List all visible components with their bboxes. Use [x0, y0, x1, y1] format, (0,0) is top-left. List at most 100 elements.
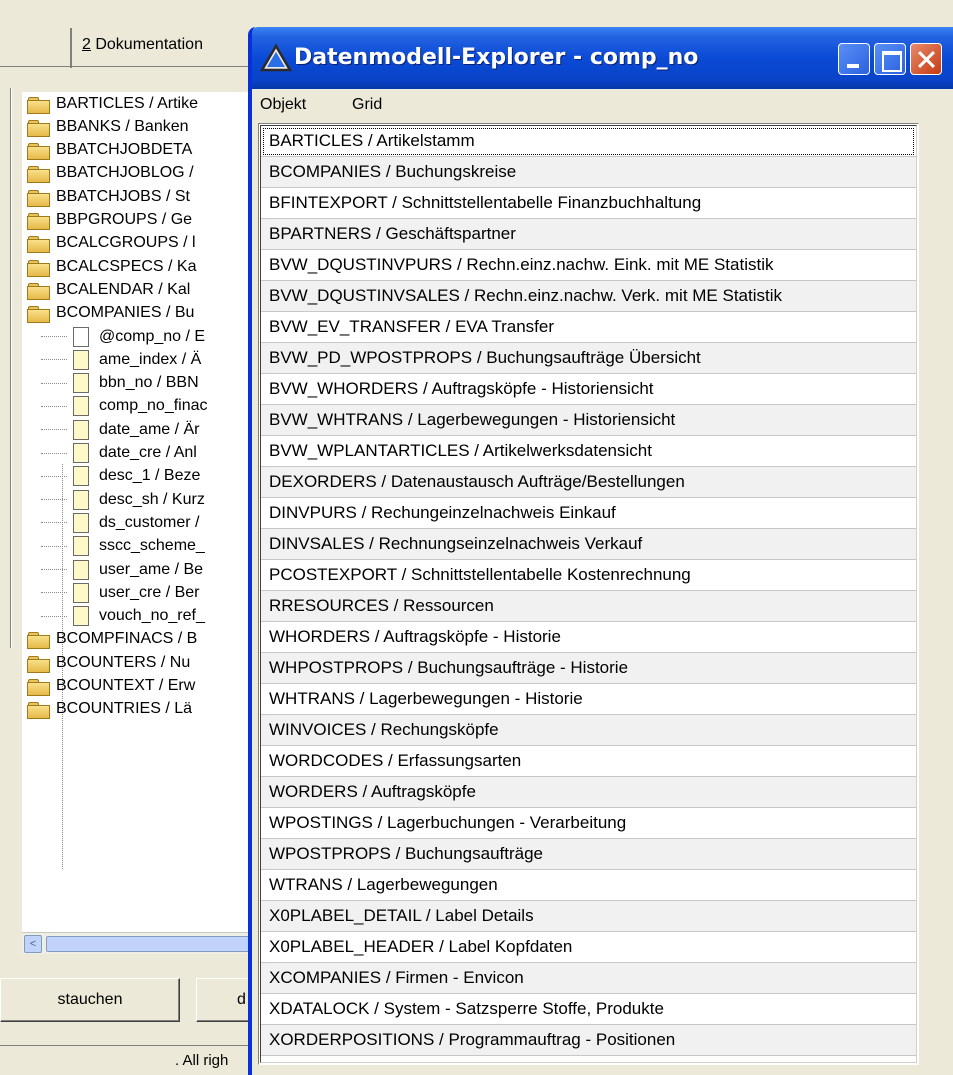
field-icon: [73, 443, 89, 463]
tree-field-item[interactable]: sscc_scheme_: [41, 535, 205, 558]
scrollbar-thumb[interactable]: [46, 936, 252, 952]
table-row[interactable]: WORDERS / Auftragsköpfe: [261, 777, 916, 808]
table-row[interactable]: DINVSALES / Rechnungseinzelnachweis Verk…: [261, 529, 916, 560]
tree-item-label: user_ame / Be: [99, 560, 204, 578]
table-row[interactable]: XCOMPANIES / Firmen - Envicon: [261, 963, 916, 994]
table-row[interactable]: DEXORDERS / Datenaustausch Aufträge/Best…: [261, 467, 916, 498]
tree-item-label: @comp_no / E: [99, 327, 206, 345]
tree-field-item[interactable]: desc_sh / Kurz: [41, 488, 205, 511]
menu-objekt[interactable]: Objekt: [260, 96, 306, 114]
table-row[interactable]: BVW_WHORDERS / Auftragsköpfe - Historien…: [261, 374, 916, 405]
tree-item-label: BBATCHJOBS / St: [56, 187, 190, 205]
tree-connector: [41, 382, 67, 384]
table-row[interactable]: BVW_DQUSTINVPURS / Rechn.einz.nachw. Ein…: [261, 250, 916, 281]
table-row[interactable]: BVW_DQUSTINVSALES / Rechn.einz.nachw. Ve…: [261, 281, 916, 312]
tree-field-item[interactable]: comp_no_finac: [41, 395, 208, 418]
table-list-grid[interactable]: BARTICLES / Artikelstamm BCOMPANIES / Buc…: [260, 125, 917, 1063]
table-row[interactable]: WHPOSTPROPS / Buchungsaufträge - Histori…: [261, 653, 916, 684]
tree-connector: [41, 359, 67, 361]
tree-item-label: BARTICLES / Artike: [56, 94, 198, 112]
minimize-icon[interactable]: [838, 43, 870, 75]
tree-field-item[interactable]: user_ame / Be: [41, 558, 203, 581]
tree-field-item[interactable]: desc_1 / Beze: [41, 465, 200, 488]
tree-field-item[interactable]: ds_customer /: [41, 511, 199, 534]
maximize-icon[interactable]: [874, 43, 906, 75]
tree-field-item[interactable]: date_cre / Anl: [41, 442, 197, 465]
tree-item-label: user_cre / Ber: [99, 583, 200, 601]
table-row[interactable]: BCOMPANIES / Buchungskreise: [261, 157, 916, 188]
folder-icon: [26, 95, 50, 114]
scroll-left-arrow-icon[interactable]: <: [24, 935, 42, 953]
collapse-button[interactable]: stauchen: [0, 978, 180, 1022]
tree-folder-item[interactable]: BCOMPFINACS / B: [26, 628, 197, 651]
table-row[interactable]: BVW_WHTRANS / Lagerbewegungen - Historie…: [261, 405, 916, 436]
tree-connector: [41, 592, 67, 594]
table-row[interactable]: WPOSTINGS / Lagerbuchungen - Verarbeitun…: [261, 808, 916, 839]
field-icon: [73, 373, 89, 394]
table-row[interactable]: DINVPURS / Rechungeinzelnachweis Einkauf: [261, 498, 916, 529]
table-tree-view[interactable]: BARTICLES / Artike BBANKS / Banken BBATCHJ…: [22, 92, 252, 932]
table-row[interactable]: RRESOURCES / Ressourcen: [261, 591, 916, 622]
tree-folder-item[interactable]: BCOUNTERS / Nu: [26, 651, 190, 674]
table-row[interactable]: WHTRANS / Lagerbewegungen - Historie: [261, 684, 916, 715]
tree-field-item[interactable]: date_ame / Är: [41, 418, 200, 441]
table-row[interactable]: X0PLABEL_HEADER / Label Kopfdaten: [261, 932, 916, 963]
tree-folder-item[interactable]: BCALENDAR / Kal: [26, 278, 190, 301]
tree-folder-item[interactable]: BCOUNTEXT / Erw: [26, 675, 195, 698]
tree-field-item[interactable]: vouch_no_ref_: [41, 605, 205, 628]
tree-item-label: ds_customer /: [99, 513, 200, 531]
tree-connector: [41, 545, 67, 547]
tree-folder-item[interactable]: BBPGROUPS / Ge: [26, 209, 192, 232]
field-icon: [73, 582, 89, 603]
tree-item-label: vouch_no_ref_: [99, 607, 205, 625]
table-row[interactable]: PCOSTEXPORT / Schnittstellentabelle Kost…: [261, 560, 916, 591]
table-row[interactable]: WINVOICES / Rechungsköpfe: [261, 715, 916, 746]
table-list-frame: BARTICLES / Artikelstamm BCOMPANIES / Buc…: [258, 123, 919, 1065]
field-icon: [73, 349, 89, 370]
tree-item-label: sscc_scheme_: [99, 537, 205, 555]
tree-folder-item[interactable]: BCALCGROUPS / l: [26, 232, 196, 255]
tab-divider: [0, 66, 250, 67]
table-row[interactable]: XORDERPOSITIONS / Programmauftrag - Posi…: [261, 1025, 916, 1056]
table-row[interactable]: BVW_PD_WPOSTPROPS / Buchungsaufträge Übe…: [261, 343, 916, 374]
table-row[interactable]: WORDCODES / Erfassungsarten: [261, 746, 916, 777]
menu-grid[interactable]: Grid: [352, 96, 382, 114]
table-row[interactable]: BFINTEXPORT / Schnittstellentabelle Fina…: [261, 188, 916, 219]
folder-icon: [26, 654, 50, 673]
table-row[interactable]: XDATALOCK / System - Satzsperre Stoffe, …: [261, 994, 916, 1025]
tree-item-label: BCALCGROUPS / l: [56, 234, 196, 252]
table-row[interactable]: WPOSTPROPS / Buchungsaufträge: [261, 839, 916, 870]
field-icon: [73, 512, 89, 533]
tree-field-item[interactable]: bbn_no / BBN: [41, 372, 199, 395]
tab-dokumentation[interactable]: 2 Dokumentation: [70, 28, 250, 68]
tree-horizontal-scrollbar[interactable]: <: [22, 932, 252, 954]
tree-field-item[interactable]: user_cre / Ber: [41, 581, 199, 604]
tree-folder-item[interactable]: BBANKS / Banken: [26, 115, 189, 138]
tree-field-item[interactable]: @comp_no / E: [41, 325, 205, 348]
folder-icon: [26, 258, 50, 277]
tree-item-label: desc_sh / Kurz: [99, 490, 205, 508]
tree-folder-item[interactable]: BCALCSPECS / Ka: [26, 255, 197, 278]
table-row[interactable]: WTRANS / Lagerbewegungen: [261, 870, 916, 901]
tree-item-label: desc_1 / Beze: [99, 467, 201, 485]
tree-folder-item[interactable]: BCOMPANIES / Bu: [26, 302, 194, 325]
tree-folder-item[interactable]: BBATCHJOBDETA: [26, 139, 192, 162]
tree-folder-item[interactable]: BBATCHJOBLOG /: [26, 162, 194, 185]
table-row[interactable]: BARTICLES / Artikelstamm: [261, 126, 916, 157]
tree-folder-item[interactable]: BARTICLES / Artike: [26, 92, 198, 115]
title-bar[interactable]: Datenmodell-Explorer - comp_no: [252, 27, 953, 89]
table-row[interactable]: BVW_EV_TRANSFER / EVA Transfer: [261, 312, 916, 343]
table-row[interactable]: BVW_WPLANTARTICLES / Artikelwerksdatensi…: [261, 436, 916, 467]
tree-folder-item[interactable]: BBATCHJOBS / St: [26, 185, 190, 208]
close-icon[interactable]: [910, 43, 942, 75]
second-button[interactable]: d: [196, 978, 256, 1022]
table-row[interactable]: X0PLABEL_DETAIL / Label Details: [261, 901, 916, 932]
tree-item-label: BCOMPANIES / Bu: [56, 304, 195, 322]
field-icon: [73, 536, 89, 557]
tree-folder-item[interactable]: BCOUNTRIES / Lä: [26, 698, 192, 721]
table-row[interactable]: WHORDERS / Auftragsköpfe - Historie: [261, 622, 916, 653]
tree-item-label: BCOUNTRIES / Lä: [56, 700, 193, 718]
field-icon: [73, 326, 89, 347]
tree-field-item[interactable]: ame_index / Ä: [41, 348, 201, 371]
table-row[interactable]: BPARTNERS / Geschäftspartner: [261, 219, 916, 250]
